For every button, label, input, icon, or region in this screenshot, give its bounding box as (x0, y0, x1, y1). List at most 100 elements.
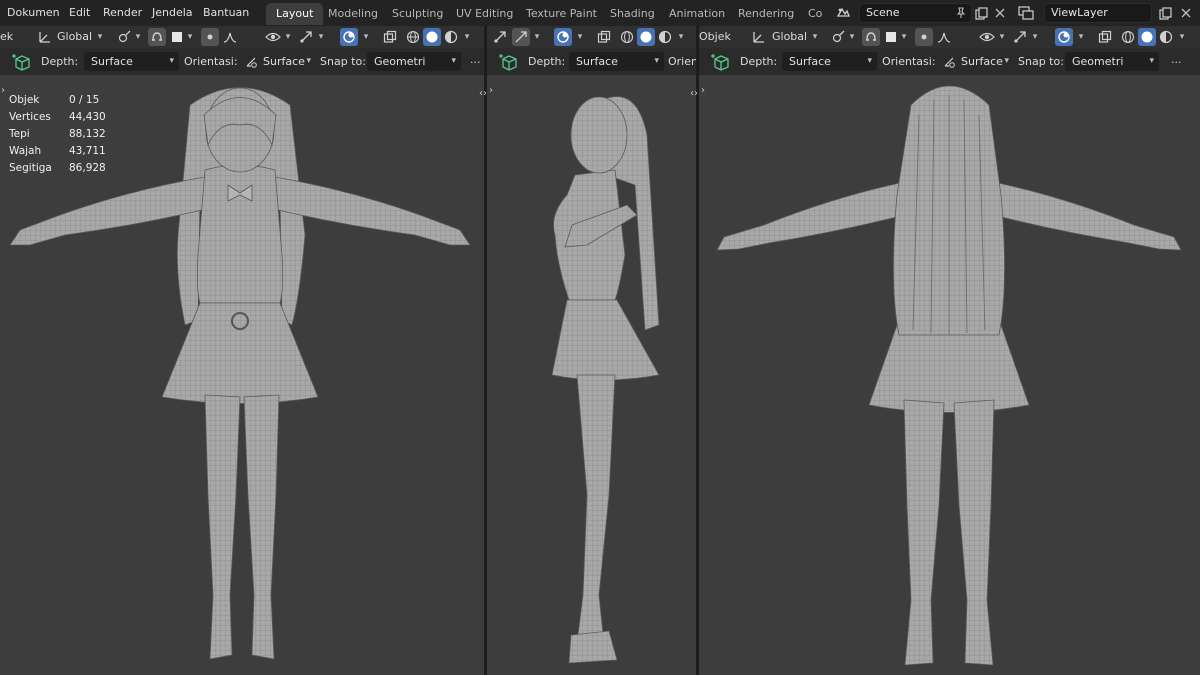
more-options[interactable]: ... (1171, 53, 1182, 66)
chevron-down-icon[interactable]: ▾ (133, 28, 143, 46)
transform-orientation[interactable]: Global (772, 28, 807, 46)
menu-render[interactable]: Render (103, 0, 142, 26)
viewport-front[interactable]: ek Global ▾ ▾ ▾ ▾ ▾ ▾ ▾ Depth: Surface ▾… (0, 26, 484, 675)
close-scene-icon[interactable] (991, 4, 1009, 22)
chevron-down-icon[interactable]: ▾ (1177, 28, 1187, 46)
transform-orientation[interactable]: Global (57, 28, 92, 46)
falloff-icon[interactable] (221, 28, 239, 46)
chevron-down-icon[interactable]: ▾ (95, 28, 105, 46)
gizmo-toggle-icon[interactable] (512, 28, 530, 46)
overlays-icon[interactable] (1055, 28, 1073, 46)
material-shading-icon[interactable] (442, 28, 460, 46)
snap-target-icon[interactable] (882, 28, 900, 46)
solid-shading-icon[interactable] (1138, 28, 1156, 46)
proportional-edit-icon[interactable] (915, 28, 933, 46)
wireframe-shading-icon[interactable] (1119, 28, 1137, 46)
chevron-down-icon[interactable]: ▾ (532, 28, 542, 46)
scene-icon[interactable] (834, 4, 852, 22)
gizmo-icon[interactable] (1011, 28, 1029, 46)
xray-icon[interactable] (595, 28, 613, 46)
material-shading-icon[interactable] (1157, 28, 1175, 46)
split-handle-icon[interactable]: ‹› (479, 88, 487, 99)
tab-texture-paint[interactable]: Texture Paint (516, 3, 607, 25)
solid-shading-icon[interactable] (423, 28, 441, 46)
tab-animation[interactable]: Animation (659, 3, 735, 25)
view-layer-selector[interactable]: ViewLayer (1044, 3, 1152, 23)
solid-shading-icon[interactable] (637, 28, 655, 46)
add-cube-tool-icon[interactable] (498, 51, 520, 73)
mode-label[interactable]: Objek (699, 28, 731, 46)
chevron-down-icon[interactable]: ▾ (185, 28, 195, 46)
transform-orientation-icon[interactable] (36, 28, 54, 46)
chevron-down-icon[interactable]: ▾ (462, 28, 472, 46)
chevron-down-icon[interactable]: ▾ (1030, 28, 1040, 46)
chevron-down-icon[interactable]: ▾ (676, 28, 686, 46)
character-model-front[interactable] (0, 75, 484, 675)
character-model-side[interactable] (487, 75, 696, 675)
tab-rendering[interactable]: Rendering (728, 3, 804, 25)
orientation-dropdown[interactable]: Surface ▾ (259, 52, 316, 71)
add-cube-tool-icon[interactable] (11, 51, 33, 73)
xray-icon[interactable] (381, 28, 399, 46)
view-layer-icon[interactable] (1017, 4, 1035, 22)
viewport-area-front[interactable]: Objek 0 / 15 Vertices 44,430 Tepi 88,132 Wa… (0, 75, 484, 675)
falloff-icon[interactable] (935, 28, 953, 46)
chevron-down-icon[interactable]: ▾ (810, 28, 820, 46)
tab-sculpting[interactable]: Sculpting (382, 3, 453, 25)
depth-dropdown[interactable]: Surface ▾ (84, 52, 179, 71)
pin-icon[interactable] (952, 4, 970, 22)
mode-label[interactable]: ek (0, 28, 13, 46)
visibility-icon[interactable] (978, 28, 996, 46)
menu-dokumen[interactable]: Dokumen (7, 0, 60, 26)
snap-icon[interactable] (862, 28, 880, 46)
depth-dropdown[interactable]: Surface ▾ (569, 52, 664, 71)
chevron-down-icon[interactable]: ▾ (1076, 28, 1086, 46)
overlays-icon[interactable] (554, 28, 572, 46)
depth-dropdown[interactable]: Surface ▾ (782, 52, 877, 71)
new-scene-icon[interactable] (972, 4, 990, 22)
snap-target-icon[interactable] (168, 28, 186, 46)
gizmo-icon[interactable] (297, 28, 315, 46)
menu-edit[interactable]: Edit (69, 0, 90, 26)
material-shading-icon[interactable] (656, 28, 674, 46)
overlays-icon[interactable] (340, 28, 358, 46)
tab-compositing[interactable]: Co (798, 3, 824, 25)
chevron-down-icon[interactable]: ▾ (575, 28, 585, 46)
snap-dropdown[interactable]: Geometri ▾ (1065, 52, 1159, 71)
orientation-dropdown[interactable]: Surface ▾ (957, 52, 1014, 71)
tab-layout[interactable]: Layout (266, 3, 324, 25)
split-handle-icon[interactable]: ‹› (690, 88, 698, 99)
chevron-down-icon[interactable]: ▾ (316, 28, 326, 46)
pivot-icon[interactable] (830, 28, 848, 46)
chevron-down-icon[interactable]: ▾ (361, 28, 371, 46)
viewport-area-side[interactable]: › (487, 75, 696, 675)
proportional-edit-icon[interactable] (201, 28, 219, 46)
more-options[interactable]: ... (470, 53, 481, 66)
close-view-layer-icon[interactable] (1177, 4, 1195, 22)
tab-uv-editing[interactable]: UV Editing (446, 3, 523, 25)
viewport-back[interactable]: Objek Global ▾ ▾ ▾ ▾ ▾ ▾ ▾ Depth: Surfac… (699, 26, 1200, 675)
chevron-down-icon[interactable]: ▾ (899, 28, 909, 46)
chevron-down-icon[interactable]: ▾ (997, 28, 1007, 46)
chevron-down-icon[interactable]: ▾ (283, 28, 293, 46)
snap-icon[interactable] (148, 28, 166, 46)
gizmo-icon[interactable] (491, 28, 509, 46)
transform-orientation-icon[interactable] (750, 28, 768, 46)
tab-modeling[interactable]: Modeling (318, 3, 388, 25)
character-model-back[interactable] (699, 75, 1200, 675)
tab-shading[interactable]: Shading (600, 3, 665, 25)
menu-jendela[interactable]: Jendela (152, 0, 193, 26)
snap-dropdown[interactable]: Geometri ▾ (367, 52, 461, 71)
viewport-area-back[interactable]: › (699, 75, 1200, 675)
wireframe-shading-icon[interactable] (618, 28, 636, 46)
wireframe-shading-icon[interactable] (404, 28, 422, 46)
xray-icon[interactable] (1096, 28, 1114, 46)
depth-label: Depth: (41, 55, 79, 68)
menu-bantuan[interactable]: Bantuan (203, 0, 249, 26)
visibility-icon[interactable] (264, 28, 282, 46)
add-cube-tool-icon[interactable] (710, 51, 732, 73)
chevron-down-icon[interactable]: ▾ (847, 28, 857, 46)
viewport-side[interactable]: ▾ ▾ ▾ Depth: Surface ▾ Orient › (487, 26, 696, 675)
new-view-layer-icon[interactable] (1156, 4, 1174, 22)
pivot-icon[interactable] (116, 28, 134, 46)
